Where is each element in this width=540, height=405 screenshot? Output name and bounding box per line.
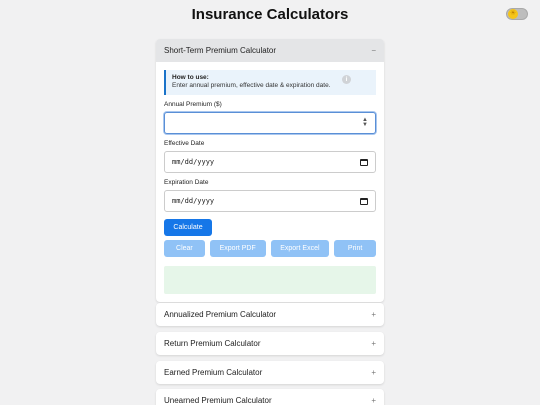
number-stepper-icon[interactable]: ▲ ▼ bbox=[362, 117, 368, 128]
earned-calculator-panel: Earned Premium Calculator + bbox=[156, 361, 384, 384]
unearned-calculator-header[interactable]: Unearned Premium Calculator + bbox=[156, 389, 384, 405]
export-excel-button[interactable]: Export Excel bbox=[270, 240, 330, 257]
theme-toggle[interactable]: ☀ bbox=[506, 8, 528, 20]
accordion-title: Annualized Premium Calculator bbox=[164, 310, 277, 319]
effective-date-label: Effective Date bbox=[164, 140, 205, 147]
short-term-calculator-panel: Short-Term Premium Calculator − How to u… bbox=[156, 39, 384, 302]
info-icon[interactable]: i bbox=[342, 75, 351, 84]
earned-calculator-header[interactable]: Earned Premium Calculator + bbox=[156, 361, 384, 384]
annualized-calculator-header[interactable]: Annualized Premium Calculator + bbox=[156, 303, 384, 326]
expand-icon[interactable]: + bbox=[371, 310, 376, 319]
clear-button[interactable]: Clear bbox=[164, 240, 205, 257]
expand-icon[interactable]: + bbox=[371, 339, 376, 348]
annual-premium-label: Annual Premium ($) bbox=[164, 101, 222, 108]
how-to-use-box: How to use: Enter annual premium, effect… bbox=[164, 70, 376, 95]
expand-icon[interactable]: + bbox=[371, 396, 376, 405]
return-calculator-header[interactable]: Return Premium Calculator + bbox=[156, 332, 384, 355]
effective-date-input[interactable]: mm/dd/yyyy bbox=[164, 151, 376, 173]
return-calculator-panel: Return Premium Calculator + bbox=[156, 332, 384, 355]
sun-icon: ☀ bbox=[508, 9, 518, 19]
accordion-title: Earned Premium Calculator bbox=[164, 368, 263, 377]
action-buttons-row: Clear Export PDF Export Excel Print bbox=[164, 240, 376, 257]
calendar-icon[interactable] bbox=[360, 158, 368, 166]
annual-premium-input[interactable]: ▲ ▼ bbox=[164, 112, 376, 134]
short-term-calculator-body: How to use: Enter annual premium, effect… bbox=[156, 62, 384, 302]
accordion-title: Short-Term Premium Calculator bbox=[164, 46, 277, 55]
annualized-calculator-panel: Annualized Premium Calculator + bbox=[156, 303, 384, 326]
how-to-use-text: Enter annual premium, effective date & e… bbox=[172, 82, 331, 89]
print-button[interactable]: Print bbox=[334, 240, 376, 257]
result-box bbox=[164, 266, 376, 294]
effective-date-value: mm/dd/yyyy bbox=[172, 158, 215, 166]
collapse-icon[interactable]: − bbox=[371, 46, 376, 55]
unearned-calculator-panel: Unearned Premium Calculator + bbox=[156, 389, 384, 405]
calendar-icon[interactable] bbox=[360, 197, 368, 205]
accordion-title: Unearned Premium Calculator bbox=[164, 396, 272, 405]
expiration-date-label: Expiration Date bbox=[164, 179, 209, 186]
how-to-use-title: How to use: bbox=[172, 74, 209, 81]
calculate-button[interactable]: Calculate bbox=[164, 219, 212, 236]
expand-icon[interactable]: + bbox=[371, 368, 376, 377]
page-title: Insurance Calculators bbox=[191, 6, 349, 23]
short-term-calculator-header[interactable]: Short-Term Premium Calculator − bbox=[156, 39, 384, 62]
expiration-date-input[interactable]: mm/dd/yyyy bbox=[164, 190, 376, 212]
accordion-title: Return Premium Calculator bbox=[164, 339, 261, 348]
expiration-date-value: mm/dd/yyyy bbox=[172, 197, 215, 205]
export-pdf-button[interactable]: Export PDF bbox=[209, 240, 266, 257]
